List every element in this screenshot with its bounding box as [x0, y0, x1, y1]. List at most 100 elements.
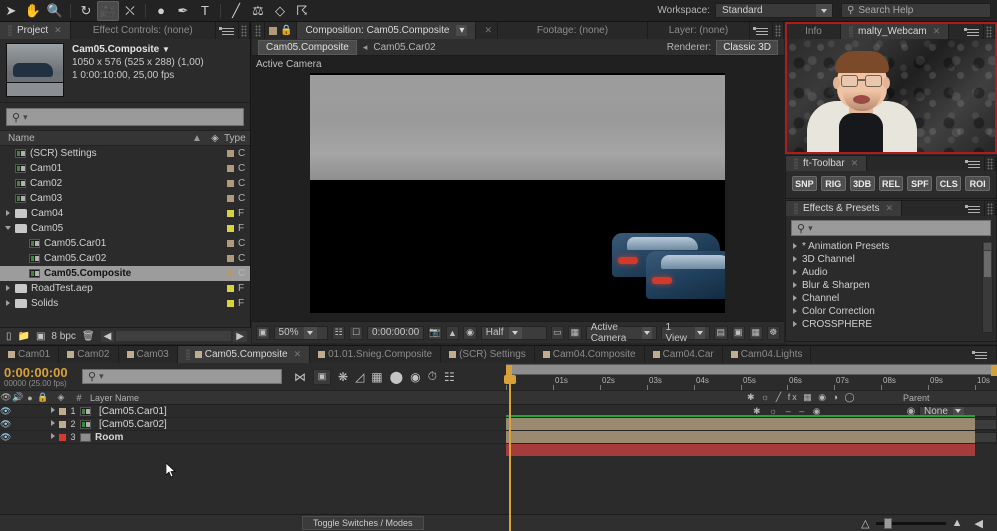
zoom-in-icon[interactable]: ▲: [952, 517, 963, 529]
tab-composition[interactable]: Composition: Cam05.Composite ▾: [297, 22, 477, 39]
project-item[interactable]: Cam05.Car02 C: [0, 251, 250, 266]
comp-flowchart-icon[interactable]: ☸: [766, 325, 781, 340]
effects-category-row[interactable]: 3D Channel: [786, 253, 996, 266]
ft-button-snp[interactable]: SNP: [792, 176, 817, 191]
comp-lock-icon[interactable]: 🔒: [265, 22, 298, 39]
brainstorm-icon[interactable]: ⬤: [390, 370, 403, 384]
timeline-toggle-icon[interactable]: ▦: [749, 325, 763, 340]
composition-close[interactable]: ✕: [476, 22, 498, 39]
timeline-ruler[interactable]: 0s01s02s03s04s05s06s07s08s09s10s: [506, 363, 997, 390]
twirl-icon[interactable]: [4, 224, 13, 233]
composition-panel-grip[interactable]: [773, 22, 784, 39]
ft-toolbar-panel-grip[interactable]: [985, 156, 996, 171]
enable-frame-blending-icon[interactable]: ◿: [355, 370, 364, 384]
selection-tool-icon[interactable]: ➤: [0, 1, 22, 21]
ft-button-rig[interactable]: RIG: [820, 176, 846, 191]
breadcrumb-next[interactable]: Cam05.Car02: [373, 42, 435, 53]
clone-stamp-tool-icon[interactable]: ⚖: [247, 1, 269, 21]
scroll-right-icon[interactable]: ▶: [233, 330, 247, 342]
pixel-aspect-icon[interactable]: ▤: [714, 325, 728, 340]
column-name[interactable]: Name: [0, 133, 192, 144]
column-type[interactable]: Type: [224, 133, 250, 144]
roto-brush-tool-icon[interactable]: ☈: [291, 1, 313, 21]
label-color-swatch[interactable]: [227, 270, 234, 277]
project-panel-grip[interactable]: [239, 22, 250, 39]
current-time-display[interactable]: 0:00:00:00: [366, 325, 425, 340]
ft-button-roi[interactable]: ROI: [965, 176, 991, 191]
effects-category-row[interactable]: * Animation Presets: [786, 240, 996, 253]
eraser-tool-icon[interactable]: ◇: [269, 1, 291, 21]
new-folder-icon[interactable]: 📁: [18, 331, 30, 342]
label-color-swatch[interactable]: [227, 225, 234, 232]
ft-button-cls[interactable]: CLS: [936, 176, 962, 191]
enable-motion-blur-icon[interactable]: ▦: [371, 370, 382, 384]
twirl-icon[interactable]: [791, 281, 800, 290]
tab-ft-toolbar[interactable]: ft-Toolbar ✕: [786, 156, 868, 171]
effects-category-row[interactable]: CROSSPHERE: [786, 318, 996, 331]
twirl-icon[interactable]: [4, 284, 13, 293]
scroll-thumb[interactable]: [984, 251, 991, 277]
zoom-level-select[interactable]: 50%: [273, 325, 328, 340]
twirl-icon[interactable]: [791, 242, 800, 251]
hide-shy-icon[interactable]: ❋: [338, 370, 348, 384]
search-help-input[interactable]: ⚲ Search Help: [841, 3, 991, 18]
label-color-swatch[interactable]: [227, 285, 234, 292]
project-panel-menu[interactable]: [216, 22, 239, 39]
project-item[interactable]: Cam05.Composite C: [0, 266, 250, 281]
close-icon[interactable]: ✕: [933, 26, 941, 37]
effects-panel-grip[interactable]: [985, 201, 996, 216]
horizontal-scrollbar[interactable]: [116, 331, 232, 341]
pan-behind-tool-icon[interactable]: ⛌: [119, 1, 141, 21]
channel-rgb-icon[interactable]: ◉: [463, 325, 477, 340]
layer-duration-bar[interactable]: [506, 431, 975, 443]
work-area-bar[interactable]: [506, 364, 997, 376]
sort-arrow-icon[interactable]: ▲: [192, 133, 206, 144]
layer-visibility-toggle[interactable]: 👁: [0, 406, 11, 417]
ft-button-rel[interactable]: REL: [878, 176, 904, 191]
twirl-icon[interactable]: [791, 320, 800, 329]
twirl-icon[interactable]: [4, 209, 13, 218]
label-color-swatch[interactable]: [227, 210, 234, 217]
delete-icon[interactable]: 🗑: [82, 331, 95, 342]
layer-duration-bar[interactable]: [506, 418, 975, 430]
label-color-swatch[interactable]: [227, 165, 234, 172]
label-color-swatch[interactable]: [227, 150, 234, 157]
workspace-select[interactable]: Standard: [715, 3, 833, 18]
timeline-tab[interactable]: Cam02: [59, 346, 119, 363]
twirl-icon[interactable]: [791, 255, 800, 264]
renderer-button[interactable]: Classic 3D: [716, 39, 778, 55]
hand-tool-icon[interactable]: ✋: [22, 1, 44, 21]
tab-info[interactable]: Info: [787, 24, 841, 39]
project-item[interactable]: Cam05.Car01 C: [0, 236, 250, 251]
ft-button-3db[interactable]: 3DB: [849, 176, 875, 191]
twirl-icon[interactable]: [4, 299, 13, 308]
label-color-swatch[interactable]: [227, 195, 234, 202]
shape-tool-icon[interactable]: ●: [150, 1, 172, 21]
timeline-tab[interactable]: Cam05.Composite ✕: [177, 346, 311, 363]
timeline-tab[interactable]: Cam04.Composite: [534, 346, 645, 363]
region-of-interest-icon[interactable]: ☐: [349, 325, 363, 340]
twirl-icon[interactable]: [791, 268, 800, 277]
timeline-search-input[interactable]: ⚲ ▾: [82, 369, 282, 384]
composition-viewer[interactable]: Active Camera: [252, 56, 784, 321]
ft-button-spf[interactable]: SPF: [907, 176, 933, 191]
composition-panel-menu[interactable]: [750, 22, 773, 39]
project-item[interactable]: (SCR) Settings C: [0, 146, 250, 161]
close-icon[interactable]: ✕: [54, 25, 62, 36]
zoom-tool-icon[interactable]: 🔍: [44, 1, 66, 21]
take-snapshot-icon[interactable]: 📷: [428, 325, 442, 340]
tab-effect-controls[interactable]: Effect Controls: (none): [70, 22, 216, 39]
effects-category-row[interactable]: Color Correction: [786, 305, 996, 318]
ft-toolbar-panel-menu[interactable]: [867, 156, 985, 171]
show-snapshot-icon[interactable]: ▲: [445, 325, 460, 340]
effects-search-input[interactable]: ⚲ ▾: [791, 220, 991, 236]
draft-3d-icon[interactable]: ▣: [313, 368, 331, 385]
resolution-select[interactable]: Half: [480, 325, 547, 340]
current-timecode[interactable]: 0:00:00:00: [0, 366, 74, 379]
chevron-down-icon[interactable]: [816, 4, 832, 17]
view-layout-select[interactable]: 1 View: [660, 322, 711, 344]
brush-tool-icon[interactable]: ╱: [225, 1, 247, 21]
close-icon[interactable]: ✕: [886, 203, 894, 214]
transparency-grid-icon[interactable]: ▦: [568, 325, 582, 340]
timeline-panel-menu[interactable]: [972, 349, 988, 361]
